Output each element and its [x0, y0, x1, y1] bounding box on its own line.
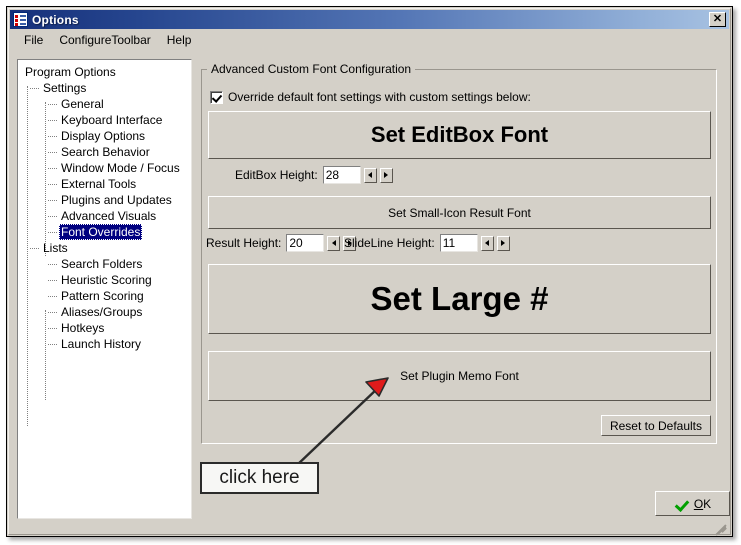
- menu-item-file[interactable]: File: [16, 32, 51, 48]
- result-height-decrement-button[interactable]: [327, 235, 341, 251]
- ok-accel-letter: O: [693, 496, 704, 511]
- ok-button-label: OK: [694, 497, 711, 511]
- tree-item-settings[interactable]: Settings: [21, 80, 191, 96]
- triangle-right-icon: [501, 240, 506, 246]
- tree-item-program-options[interactable]: Program Options: [21, 64, 191, 80]
- tree-item-pattern-scoring[interactable]: Pattern Scoring: [21, 288, 191, 304]
- triangle-left-icon: [331, 240, 336, 246]
- slideline-height-row: SlideLine Height:: [344, 234, 510, 252]
- green-check-icon: [674, 498, 688, 510]
- set-editbox-font-button[interactable]: Set EditBox Font: [208, 111, 711, 159]
- tree-item-search-folders[interactable]: Search Folders: [21, 256, 191, 272]
- checkbox-check-icon[interactable]: [210, 90, 223, 104]
- click-here-callout: click here: [200, 462, 319, 494]
- group-title: Advanced Custom Font Configuration: [207, 62, 416, 76]
- tree-item-external-tools[interactable]: External Tools: [21, 176, 191, 192]
- close-icon[interactable]: ✕: [709, 12, 726, 27]
- triangle-right-icon: [384, 172, 389, 178]
- menu-item-configuretoolbar[interactable]: ConfigureToolbar: [51, 32, 158, 48]
- title-bar: Options ✕: [10, 10, 729, 29]
- result-height-label: Result Height:: [206, 236, 282, 250]
- tree-item-general[interactable]: General: [21, 96, 191, 112]
- set-plugin-memo-font-button[interactable]: Set Plugin Memo Font: [208, 351, 711, 401]
- tree-item-launch-history[interactable]: Launch History: [21, 336, 191, 352]
- slideline-height-label: SlideLine Height:: [344, 236, 435, 250]
- slideline-height-input[interactable]: [439, 234, 478, 252]
- tree-item-plugins-and-updates[interactable]: Plugins and Updates: [21, 192, 191, 208]
- editbox-height-label: EditBox Height:: [235, 168, 318, 182]
- editbox-height-input[interactable]: [322, 166, 361, 184]
- options-tree[interactable]: Program Options Settings General Keyboar…: [17, 59, 192, 519]
- tree-item-window-mode-focus[interactable]: Window Mode / Focus: [21, 160, 191, 176]
- options-window: Options ✕ File ConfigureToolbar Help Pro…: [6, 6, 733, 537]
- tree-item-display-options[interactable]: Display Options: [21, 128, 191, 144]
- tree-item-lists[interactable]: Lists: [21, 240, 191, 256]
- menu-item-help[interactable]: Help: [159, 32, 200, 48]
- result-height-row: Result Height:: [206, 234, 357, 252]
- tree-item-advanced-visuals[interactable]: Advanced Visuals: [21, 208, 191, 224]
- tree-item-font-overrides[interactable]: Font Overrides: [21, 224, 191, 240]
- resize-grip[interactable]: [713, 517, 729, 536]
- tree-item-search-behavior[interactable]: Search Behavior: [21, 144, 191, 160]
- tree-item-hotkeys[interactable]: Hotkeys: [21, 320, 191, 336]
- window-title: Options: [32, 12, 79, 27]
- tree-item-aliases-groups[interactable]: Aliases/Groups: [21, 304, 191, 320]
- override-checkbox-label: Override default font settings with cust…: [228, 90, 531, 104]
- slideline-height-decrement-button[interactable]: [480, 235, 494, 251]
- set-large-number-font-button[interactable]: Set Large #: [208, 264, 711, 334]
- editbox-height-row: EditBox Height:: [235, 166, 393, 184]
- set-small-icon-result-font-button[interactable]: Set Small-Icon Result Font: [208, 196, 711, 229]
- slideline-height-increment-button[interactable]: [496, 235, 510, 251]
- tree-item-keyboard-interface[interactable]: Keyboard Interface: [21, 112, 191, 128]
- override-default-font-checkbox[interactable]: Override default font settings with cust…: [210, 90, 531, 104]
- tree-item-heuristic-scoring[interactable]: Heuristic Scoring: [21, 272, 191, 288]
- result-height-input[interactable]: [286, 234, 325, 252]
- menu-bar: File ConfigureToolbar Help: [10, 31, 729, 49]
- editbox-height-increment-button[interactable]: [379, 167, 393, 183]
- triangle-left-icon: [485, 240, 490, 246]
- editbox-height-decrement-button[interactable]: [363, 167, 377, 183]
- ok-rest-letters: K: [703, 496, 712, 511]
- triangle-left-icon: [368, 172, 373, 178]
- options-list-icon: [13, 12, 28, 27]
- ok-button[interactable]: OK: [655, 491, 730, 516]
- reset-to-defaults-button[interactable]: Reset to Defaults: [601, 415, 711, 436]
